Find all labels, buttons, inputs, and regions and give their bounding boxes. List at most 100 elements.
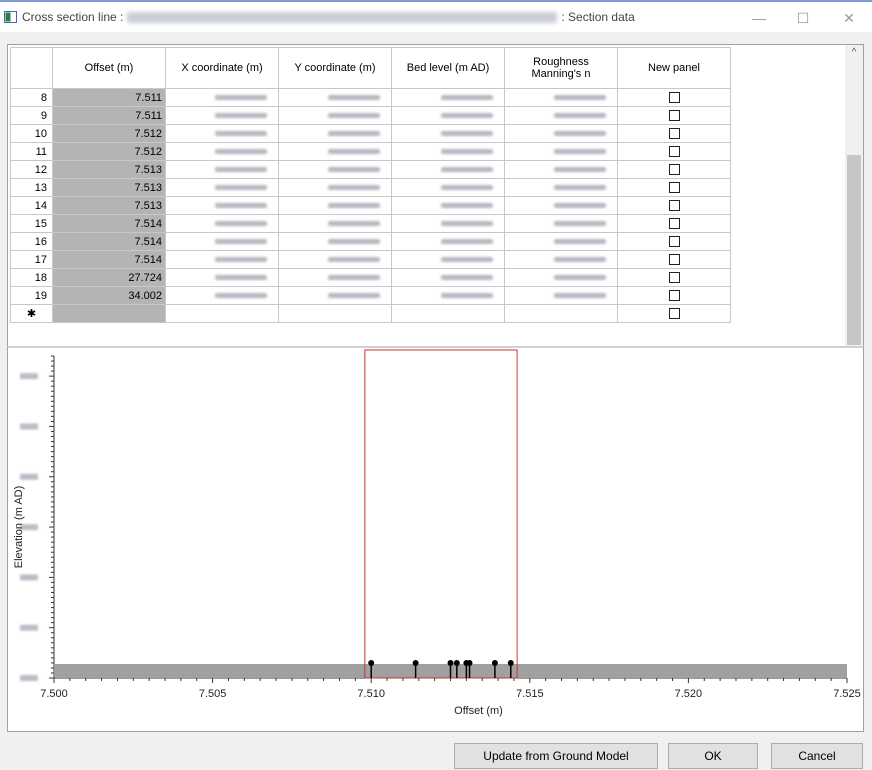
close-button[interactable]: ✕ <box>826 6 872 32</box>
new-panel-checkbox[interactable] <box>668 200 680 211</box>
x-coordinate-cell[interactable] <box>165 106 279 125</box>
new-panel-cell[interactable] <box>617 88 731 107</box>
offset-cell[interactable]: 7.513 <box>52 160 166 179</box>
y-coordinate-cell[interactable] <box>278 106 392 125</box>
header-x-coordinate[interactable]: X coordinate (m) <box>165 47 279 89</box>
header-bed-level[interactable]: Bed level (m AD) <box>391 47 505 89</box>
y-coordinate-cell[interactable] <box>278 232 392 251</box>
x-coordinate-cell[interactable] <box>165 268 279 287</box>
roughness-cell[interactable] <box>504 160 618 179</box>
new-panel-cell[interactable] <box>617 160 731 179</box>
offset-cell[interactable]: 7.511 <box>52 106 166 125</box>
new-panel-checkbox[interactable] <box>668 236 680 247</box>
bed-level-cell[interactable] <box>391 250 505 269</box>
bed-level-cell[interactable] <box>391 88 505 107</box>
offset-cell[interactable]: 7.511 <box>52 88 166 107</box>
new-panel-cell[interactable] <box>617 196 731 215</box>
y-coordinate-cell[interactable] <box>278 214 392 233</box>
y-coordinate-cell[interactable] <box>278 142 392 161</box>
bed-level-cell[interactable] <box>391 286 505 305</box>
table-row[interactable]: 12 7.513 <box>10 160 731 179</box>
y-coordinate-cell[interactable] <box>278 286 392 305</box>
offset-cell[interactable]: 27.724 <box>52 268 166 287</box>
bed-level-cell[interactable] <box>391 196 505 215</box>
table-row[interactable]: 17 7.514 <box>10 250 731 269</box>
row-number[interactable]: 10 <box>10 124 53 143</box>
table-row[interactable]: 15 7.514 <box>10 214 731 233</box>
new-panel-cell[interactable] <box>617 232 731 251</box>
new-panel-checkbox[interactable] <box>668 254 680 265</box>
offset-cell[interactable]: 7.514 <box>52 214 166 233</box>
new-panel-cell[interactable] <box>617 124 731 143</box>
x-coordinate-cell[interactable] <box>165 178 279 197</box>
bed-level-cell[interactable] <box>391 268 505 287</box>
roughness-cell[interactable] <box>504 214 618 233</box>
offset-cell[interactable]: 7.512 <box>52 142 166 161</box>
bed-level-cell[interactable] <box>391 232 505 251</box>
new-panel-checkbox[interactable] <box>668 290 680 301</box>
minimize-button[interactable]: — <box>736 6 782 32</box>
y-coordinate-cell[interactable] <box>278 304 392 323</box>
roughness-cell[interactable] <box>504 268 618 287</box>
x-coordinate-cell[interactable] <box>165 124 279 143</box>
bed-level-cell[interactable] <box>391 178 505 197</box>
roughness-cell[interactable] <box>504 124 618 143</box>
header-roughness[interactable]: Roughness Manning's n <box>504 47 618 89</box>
new-panel-checkbox[interactable] <box>668 164 680 175</box>
table-row[interactable]: 19 34.002 <box>10 286 731 305</box>
table-row[interactable]: 9 7.511 <box>10 106 731 125</box>
new-panel-cell[interactable] <box>617 304 731 323</box>
y-coordinate-cell[interactable] <box>278 178 392 197</box>
new-panel-checkbox[interactable] <box>668 92 680 103</box>
x-coordinate-cell[interactable] <box>165 88 279 107</box>
bed-level-cell[interactable] <box>391 214 505 233</box>
header-offset[interactable]: Offset (m) <box>52 47 166 89</box>
row-number[interactable]: 9 <box>10 106 53 125</box>
x-coordinate-cell[interactable] <box>165 232 279 251</box>
offset-cell[interactable]: 7.512 <box>52 124 166 143</box>
y-coordinate-cell[interactable] <box>278 124 392 143</box>
y-coordinate-cell[interactable] <box>278 268 392 287</box>
roughness-cell[interactable] <box>504 286 618 305</box>
table-row[interactable]: 13 7.513 <box>10 178 731 197</box>
new-panel-checkbox[interactable] <box>668 308 680 319</box>
roughness-cell[interactable] <box>504 232 618 251</box>
x-coordinate-cell[interactable] <box>165 250 279 269</box>
row-number[interactable]: 16 <box>10 232 53 251</box>
header-new-panel[interactable]: New panel <box>617 47 731 89</box>
x-coordinate-cell[interactable] <box>165 142 279 161</box>
offset-cell[interactable]: 34.002 <box>52 286 166 305</box>
elevation-chart[interactable]: 7.500 7.505 7.510 7.515 7.520 7.525 Offset (m)… <box>7 346 864 732</box>
update-from-ground-model-button[interactable]: Update from Ground Model <box>454 743 658 769</box>
section-data-grid[interactable]: Offset (m) X coordinate (m) Y coordinate… <box>7 44 864 370</box>
table-row[interactable]: 10 7.512 <box>10 124 731 143</box>
scroll-up-icon[interactable]: ^ <box>845 47 863 58</box>
roughness-cell[interactable] <box>504 196 618 215</box>
bed-level-cell[interactable] <box>391 124 505 143</box>
roughness-cell[interactable] <box>504 88 618 107</box>
new-panel-checkbox[interactable] <box>668 182 680 193</box>
table-row[interactable]: 8 7.511 <box>10 88 731 107</box>
grid-scrollbar[interactable]: ^ v <box>845 45 863 369</box>
y-coordinate-cell[interactable] <box>278 88 392 107</box>
y-coordinate-cell[interactable] <box>278 160 392 179</box>
offset-cell[interactable]: 7.513 <box>52 196 166 215</box>
offset-cell[interactable]: 7.513 <box>52 178 166 197</box>
row-number[interactable]: 18 <box>10 268 53 287</box>
x-coordinate-cell[interactable] <box>165 160 279 179</box>
roughness-cell[interactable] <box>504 106 618 125</box>
bed-level-cell[interactable] <box>391 160 505 179</box>
new-panel-cell[interactable] <box>617 142 731 161</box>
table-row[interactable]: 16 7.514 <box>10 232 731 251</box>
x-coordinate-cell[interactable] <box>165 214 279 233</box>
new-panel-cell[interactable] <box>617 268 731 287</box>
roughness-cell[interactable] <box>504 250 618 269</box>
new-panel-checkbox[interactable] <box>668 218 680 229</box>
x-coordinate-cell[interactable] <box>165 286 279 305</box>
row-number[interactable]: 15 <box>10 214 53 233</box>
bed-level-cell[interactable] <box>391 106 505 125</box>
new-panel-cell[interactable] <box>617 106 731 125</box>
new-panel-checkbox[interactable] <box>668 128 680 139</box>
new-row[interactable]: ✱ <box>10 304 731 323</box>
new-panel-checkbox[interactable] <box>668 110 680 121</box>
